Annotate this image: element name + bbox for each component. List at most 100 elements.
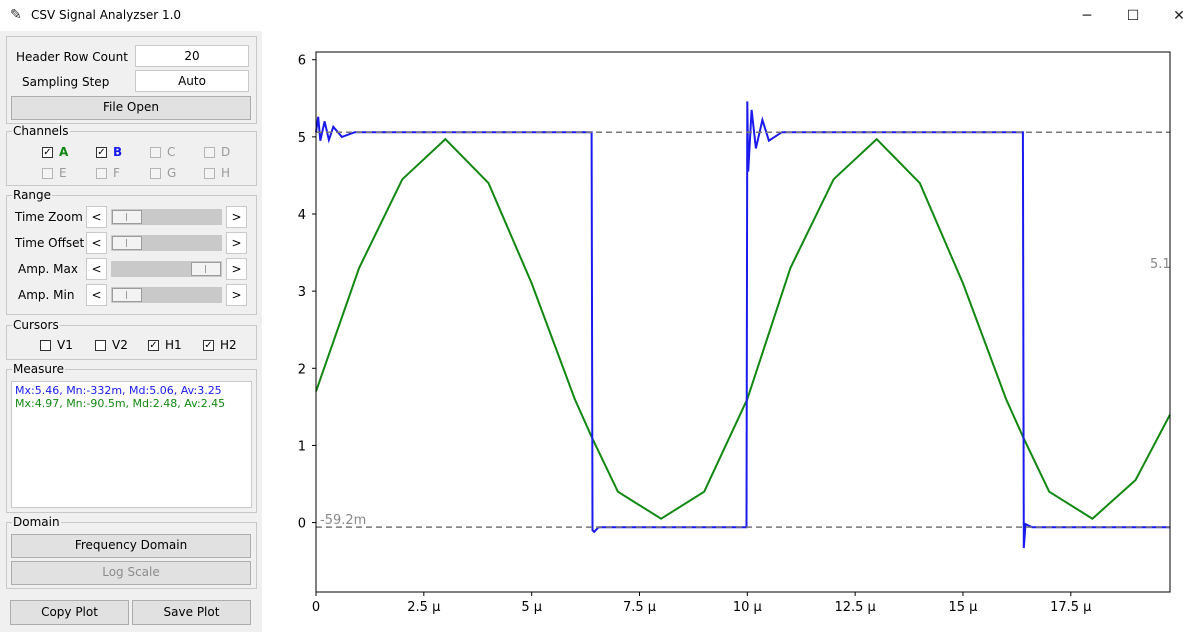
title-bar: ✎ CSV Signal Analyzser 1.0 ─ ☐ ✕	[0, 0, 1202, 31]
amp-min-decrease-button[interactable]: <	[86, 284, 107, 306]
x-tick-label: 5 µ	[521, 600, 542, 615]
frequency-domain-button[interactable]: Frequency Domain	[11, 534, 251, 558]
time-offset-label: Time Offset	[15, 236, 85, 250]
slider-thumb[interactable]	[112, 210, 142, 224]
channel-c-checkbox[interactable]: C	[150, 145, 175, 159]
cursor-h2-checkbox[interactable]: ✓ H2	[203, 338, 237, 352]
amp-min-increase-button[interactable]: >	[226, 284, 247, 306]
series-line-b	[315, 101, 1170, 549]
series-line-a	[315, 137, 1171, 520]
channel-a-label: A	[59, 145, 69, 159]
close-button[interactable]: ✕	[1156, 0, 1202, 31]
y-tick-label: 1	[298, 439, 306, 454]
channel-g-checkbox[interactable]: G	[150, 166, 176, 180]
domain-legend: Domain	[12, 515, 61, 529]
channel-e-checkbox[interactable]: E	[42, 166, 67, 180]
sampling-step-input[interactable]: Auto	[135, 70, 249, 92]
x-tick-label: 12.5 µ	[834, 600, 875, 615]
y-tick-label: 6	[298, 54, 306, 69]
time-offset-increase-button[interactable]: >	[226, 232, 247, 254]
channel-h-label: H	[221, 166, 231, 180]
measure-text-area[interactable]: Mx:5.46, Mn:-332m, Md:5.06, Av:3.25 Mx:4…	[11, 381, 252, 508]
checkbox-icon	[42, 167, 53, 179]
x-tick-label: 7.5 µ	[623, 600, 656, 615]
amp-min-label: Amp. Min	[18, 288, 75, 302]
range-group: Range Time Zoom < > Time Offset < > Amp.…	[6, 188, 257, 315]
channel-f-label: F	[113, 166, 120, 180]
cursor-h2-label: H2	[220, 338, 237, 352]
y-tick-label: 0	[298, 517, 306, 532]
time-offset-slider[interactable]	[111, 235, 222, 251]
channel-g-label: G	[167, 166, 177, 180]
time-zoom-decrease-button[interactable]: <	[86, 206, 107, 228]
cursors-legend: Cursors	[12, 318, 60, 332]
feather-icon: ✎	[10, 7, 22, 23]
header-row-input[interactable]: 20	[135, 45, 249, 67]
file-open-button[interactable]: File Open	[11, 96, 251, 120]
cursor-label-h2: -59.2m	[320, 513, 366, 528]
sampling-step-label: Sampling Step	[22, 75, 110, 89]
channel-a-checkbox[interactable]: ✓ A	[42, 145, 68, 159]
check-icon: ✓	[148, 339, 159, 351]
file-settings-group: Header Row Count 20 Sampling Step Auto F…	[6, 36, 257, 124]
y-tick-label: 2	[298, 362, 306, 377]
checkbox-icon	[95, 339, 106, 351]
header-row-label: Header Row Count	[16, 50, 128, 64]
minimize-icon: ─	[1082, 7, 1092, 24]
close-icon: ✕	[1173, 7, 1185, 24]
amp-max-increase-button[interactable]: >	[226, 258, 247, 280]
time-zoom-increase-button[interactable]: >	[226, 206, 247, 228]
channels-legend: Channels	[12, 124, 70, 138]
channels-group: Channels ✓ A ✓ B C D E F G H	[6, 124, 257, 186]
cursor-h1-checkbox[interactable]: ✓ H1	[148, 338, 182, 352]
checkbox-icon	[204, 167, 215, 179]
y-tick-label: 4	[298, 208, 306, 223]
amp-min-slider[interactable]	[111, 287, 222, 303]
control-panel: Header Row Count 20 Sampling Step Auto F…	[0, 31, 262, 632]
checkbox-icon	[204, 146, 215, 158]
checkbox-icon	[150, 167, 161, 179]
cursor-v2-label: V2	[112, 338, 128, 352]
cursor-v1-checkbox[interactable]: V1	[40, 338, 73, 352]
save-plot-button[interactable]: Save Plot	[132, 600, 251, 625]
cursor-v1-label: V1	[57, 338, 73, 352]
checkbox-icon	[96, 167, 107, 179]
measure-group: Measure Mx:5.46, Mn:-332m, Md:5.06, Av:3…	[6, 362, 257, 513]
x-tick-label: 0	[312, 600, 320, 615]
plot-area[interactable]: 5.1 -59.2m 0 2.5 µ 5 µ 7.5 µ 10 µ 12.5 µ 15 µ 17.…	[262, 31, 1202, 632]
time-offset-decrease-button[interactable]: <	[86, 232, 107, 254]
cursor-v2-checkbox[interactable]: V2	[95, 338, 128, 352]
y-tick-label: 5	[298, 131, 306, 146]
slider-thumb[interactable]	[191, 262, 221, 276]
time-zoom-slider[interactable]	[111, 209, 222, 225]
maximize-icon: ☐	[1126, 7, 1140, 24]
checkbox-icon	[40, 339, 51, 351]
slider-thumb[interactable]	[112, 288, 142, 302]
check-icon: ✓	[96, 146, 107, 158]
channel-b-checkbox[interactable]: ✓ B	[96, 145, 122, 159]
channel-c-label: C	[167, 145, 176, 159]
measure-legend: Measure	[12, 362, 65, 376]
amp-max-decrease-button[interactable]: <	[86, 258, 107, 280]
channel-h-checkbox[interactable]: H	[204, 166, 230, 180]
channel-b-label: B	[113, 145, 123, 159]
channel-d-checkbox[interactable]: D	[204, 145, 230, 159]
maximize-button[interactable]: ☐	[1110, 0, 1156, 31]
channel-d-label: D	[221, 145, 231, 159]
check-icon: ✓	[42, 146, 53, 158]
amp-max-slider[interactable]	[111, 261, 222, 277]
check-icon: ✓	[203, 339, 214, 351]
log-scale-button[interactable]: Log Scale	[11, 561, 251, 585]
channel-f-checkbox[interactable]: F	[96, 166, 120, 180]
x-tick-label: 10 µ	[733, 600, 762, 615]
domain-group: Domain Frequency Domain Log Scale	[6, 515, 257, 589]
x-tick-label: 15 µ	[948, 600, 977, 615]
time-zoom-label: Time Zoom	[15, 210, 83, 224]
y-tick-label: 3	[298, 285, 306, 300]
cursor-label-h1: 5.1	[1150, 257, 1171, 272]
channel-e-label: E	[59, 166, 67, 180]
copy-plot-button[interactable]: Copy Plot	[10, 600, 129, 625]
slider-thumb[interactable]	[112, 236, 142, 250]
signal-plot[interactable]: 5.1 -59.2m 0 2.5 µ 5 µ 7.5 µ 10 µ 12.5 µ 15 µ 17.…	[262, 31, 1202, 632]
minimize-button[interactable]: ─	[1064, 0, 1110, 31]
